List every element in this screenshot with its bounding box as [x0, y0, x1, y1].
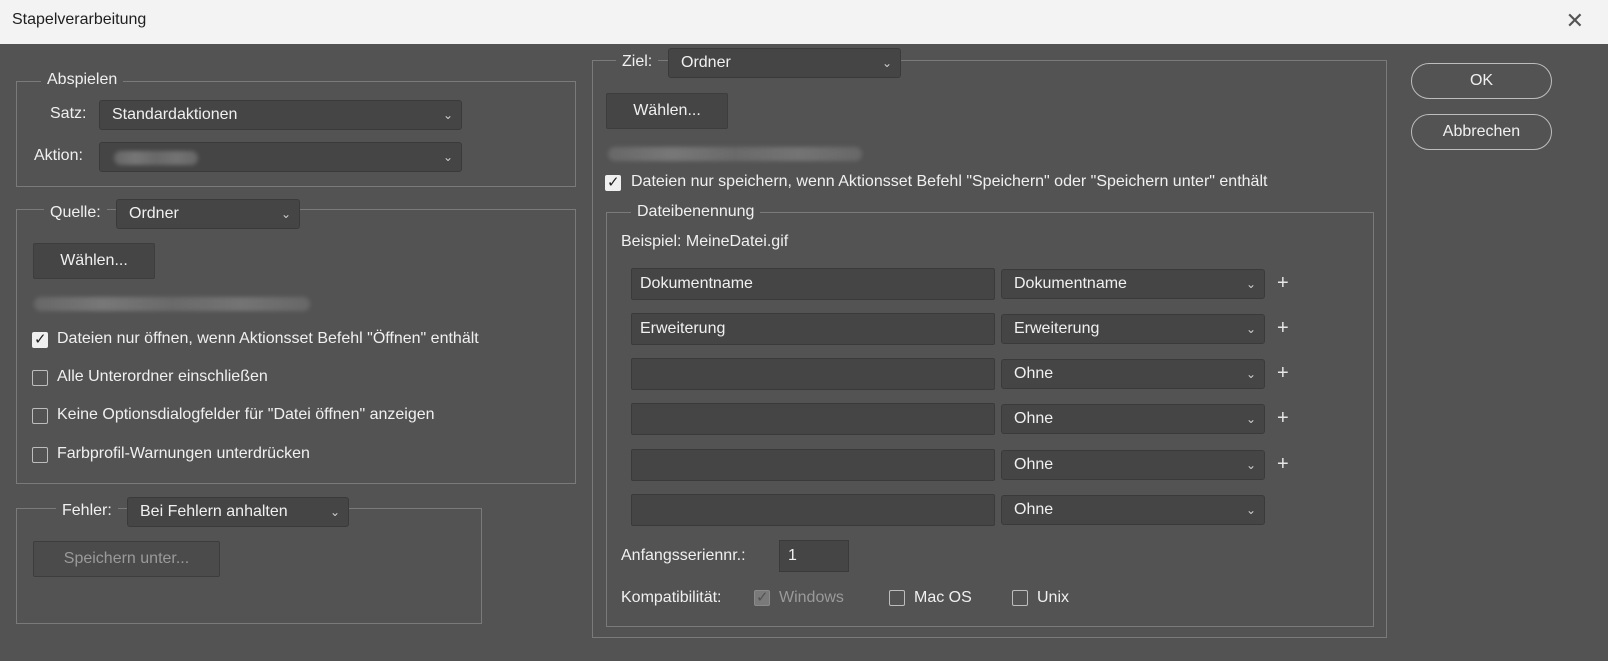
set-label: Satz: [50, 105, 87, 122]
source-path-redacted [34, 297, 310, 311]
source-option-checkbox-subfolders[interactable] [32, 370, 48, 386]
naming-select-value: Ohne [1014, 365, 1054, 382]
source-option-label: Dateien nur öffnen, wenn Aktionsset Befe… [57, 330, 479, 347]
action-select[interactable]: ⌄ [99, 142, 462, 172]
action-label: Aktion: [34, 147, 83, 164]
plus-icon[interactable]: + [1277, 362, 1289, 385]
source-select[interactable]: Ordner ⌄ [116, 199, 300, 229]
naming-text-field[interactable] [631, 358, 995, 390]
naming-select[interactable]: Erweiterung ⌄ [1001, 314, 1265, 344]
target-select[interactable]: Ordner ⌄ [668, 48, 901, 78]
target-choose-button[interactable]: Wählen... [606, 93, 728, 129]
plus-icon[interactable]: + [1277, 317, 1289, 340]
errors-select-value: Bei Fehlern anhalten [140, 503, 288, 520]
naming-select-value: Dokumentname [1014, 275, 1127, 292]
set-select[interactable]: Standardaktionen ⌄ [99, 100, 462, 130]
target-save-only-label: Dateien nur speichern, wenn Aktionsset B… [631, 173, 1268, 190]
plus-icon[interactable]: + [1277, 407, 1289, 430]
chevron-down-icon: ⌄ [280, 207, 291, 221]
errors-label: Fehler: [56, 502, 118, 520]
play-legend: Abspielen [41, 71, 124, 89]
cancel-button[interactable]: Abbrechen [1411, 114, 1552, 150]
compat-macos-checkbox[interactable] [889, 590, 905, 606]
chevron-down-icon: ⌄ [1245, 367, 1256, 381]
chevron-down-icon: ⌄ [1245, 277, 1256, 291]
chevron-down-icon: ⌄ [1245, 503, 1256, 517]
chevron-down-icon: ⌄ [442, 108, 453, 122]
naming-select[interactable]: Dokumentname ⌄ [1001, 269, 1265, 299]
batch-dialog: Abspielen Satz: Standardaktionen ⌄ Aktio… [0, 44, 1608, 661]
target-select-value: Ordner [681, 54, 731, 71]
plus-icon[interactable]: + [1277, 272, 1289, 295]
chevron-down-icon: ⌄ [329, 505, 340, 519]
target-label: Ziel: [616, 53, 659, 71]
compat-unix-checkbox[interactable] [1012, 590, 1028, 606]
source-select-value: Ordner [129, 205, 179, 222]
source-option-label: Keine Optionsdialogfelder für "Datei öff… [57, 406, 435, 423]
compat-windows-label: Windows [779, 589, 844, 606]
naming-text-field[interactable]: Dokumentname [631, 268, 995, 300]
naming-text-field[interactable] [631, 494, 995, 526]
naming-text-field[interactable] [631, 449, 995, 481]
naming-select[interactable]: Ohne ⌄ [1001, 495, 1265, 525]
naming-select-value: Ohne [1014, 501, 1054, 518]
window-title: Stapelverarbeitung [12, 11, 147, 28]
title-bar: Stapelverarbeitung ✕ [0, 0, 1608, 44]
plus-icon[interactable]: + [1277, 453, 1289, 476]
naming-select-value: Ohne [1014, 456, 1054, 473]
naming-example: Beispiel: MeineDatei.gif [621, 233, 789, 250]
chevron-down-icon: ⌄ [1245, 412, 1256, 426]
source-option-label: Alle Unterordner einschließen [57, 368, 268, 385]
source-option-label: Farbprofil-Warnungen unterdrücken [57, 445, 310, 462]
source-option-checkbox-open-only[interactable] [32, 330, 48, 348]
set-select-value: Standardaktionen [112, 106, 238, 123]
naming-select[interactable]: Ohne ⌄ [1001, 404, 1265, 434]
naming-legend: Dateibenennung [631, 203, 761, 221]
action-value-redacted [114, 151, 198, 165]
naming-select-value: Ohne [1014, 410, 1054, 427]
chevron-down-icon: ⌄ [881, 56, 892, 70]
chevron-down-icon: ⌄ [1245, 322, 1256, 336]
save-as-button[interactable]: Speichern unter... [33, 541, 220, 577]
target-path-redacted [608, 147, 862, 161]
naming-select[interactable]: Ohne ⌄ [1001, 450, 1265, 480]
compat-unix-label: Unix [1037, 589, 1070, 606]
naming-select[interactable]: Ohne ⌄ [1001, 359, 1265, 389]
chevron-down-icon: ⌄ [442, 150, 453, 164]
target-save-only-checkbox[interactable] [605, 173, 621, 191]
ok-button[interactable]: OK [1411, 63, 1552, 99]
compat-macos-label: Mac OS [914, 589, 972, 606]
serial-input[interactable]: 1 [779, 540, 849, 572]
errors-select[interactable]: Bei Fehlern anhalten ⌄ [127, 497, 349, 527]
source-choose-button[interactable]: Wählen... [33, 243, 155, 279]
source-option-checkbox-no-dialogs[interactable] [32, 408, 48, 424]
naming-text-field[interactable]: Erweiterung [631, 313, 995, 345]
source-label: Quelle: [44, 204, 107, 222]
source-option-checkbox-suppress-profile[interactable] [32, 447, 48, 463]
naming-select-value: Erweiterung [1014, 320, 1100, 337]
close-icon[interactable]: ✕ [1566, 8, 1584, 34]
serial-label: Anfangsseriennr.: [621, 547, 746, 564]
compat-windows-checkbox[interactable] [754, 588, 770, 606]
compat-label: Kompatibilität: [621, 589, 722, 606]
naming-text-field[interactable] [631, 403, 995, 435]
chevron-down-icon: ⌄ [1245, 458, 1256, 472]
